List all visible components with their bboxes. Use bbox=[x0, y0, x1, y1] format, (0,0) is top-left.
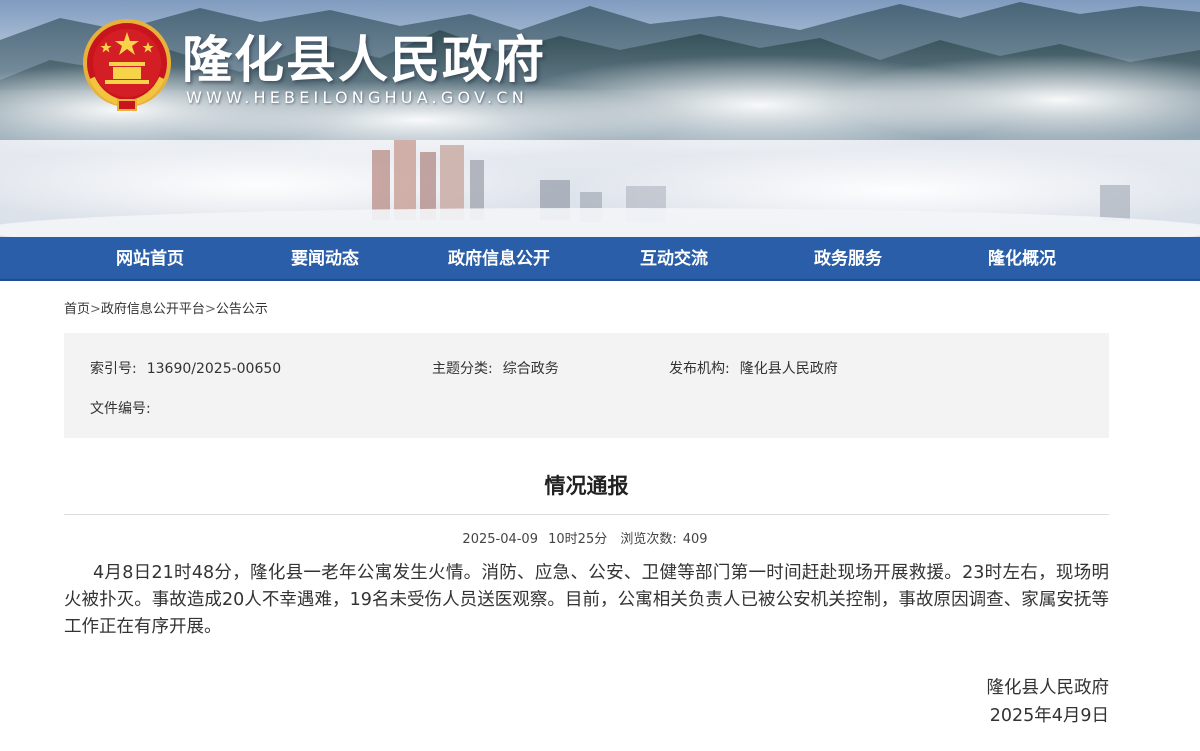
article-views-count: 409 bbox=[682, 532, 708, 547]
article-views: 浏览次数: 409 bbox=[617, 532, 710, 547]
breadcrumb-announcements[interactable]: 公告公示 bbox=[216, 302, 268, 317]
article-views-label: 浏览次数: bbox=[620, 532, 677, 547]
article-body: 4月8日21时48分，隆化县一老年公寓发生火情。消防、应急、公安、卫健等部门第一… bbox=[64, 563, 1109, 637]
meta-publisher-value: 隆化县人民政府 bbox=[739, 361, 838, 377]
signature-date: 2025年4月9日 bbox=[989, 706, 1109, 726]
nav-item-overview[interactable]: 隆化概况 bbox=[935, 237, 1109, 281]
breadcrumb-separator: > bbox=[204, 302, 216, 317]
mountain-cloud-scene bbox=[0, 2, 1200, 237]
article-date: 2025-04-09 bbox=[462, 532, 538, 547]
document-meta-panel: 索引号: 13690/2025-00650 主题分类: 综合政务 发布机构: 隆化县人… bbox=[64, 333, 1109, 438]
meta-docno: 文件编号: bbox=[90, 398, 161, 418]
meta-topic: 主题分类: 综合政务 bbox=[432, 358, 559, 378]
nav-item-interaction[interactable]: 互动交流 bbox=[587, 237, 761, 281]
breadcrumb-home[interactable]: 首页 bbox=[64, 302, 90, 317]
breadcrumb-separator: > bbox=[90, 302, 101, 317]
nav-item-home[interactable]: 网站首页 bbox=[63, 237, 237, 281]
meta-index-value: 13690/2025-00650 bbox=[146, 361, 282, 377]
meta-publisher-label: 发布机构: bbox=[669, 361, 730, 377]
meta-index-label: 索引号: bbox=[90, 361, 137, 377]
nav-item-gov-info[interactable]: 政府信息公开 bbox=[412, 237, 586, 281]
signature-org: 隆化县人民政府 bbox=[986, 678, 1110, 698]
meta-publisher: 发布机构: 隆化县人民政府 bbox=[669, 358, 838, 378]
meta-topic-value: 综合政务 bbox=[502, 361, 559, 377]
breadcrumb-gov-info-platform[interactable]: 政府信息公开平台 bbox=[101, 302, 205, 317]
meta-topic-label: 主题分类: bbox=[432, 361, 493, 377]
meta-index: 索引号: 13690/2025-00650 bbox=[90, 358, 281, 378]
article-time: 10时25分 bbox=[548, 532, 608, 547]
article-info: 2025-04-09 10时25分 浏览次数: 409 bbox=[64, 528, 1109, 547]
main-nav: 网站首页 要闻动态 政府信息公开 互动交流 政务服务 隆化概况 bbox=[0, 237, 1200, 281]
title-divider bbox=[64, 514, 1109, 515]
article-title: 情况通报 bbox=[544, 474, 629, 498]
header-banner: 隆化县人民政府 WWW.HEBEILONGHUA.GOV.CN bbox=[0, 0, 1200, 237]
site-url: WWW.HEBEILONGHUA.GOV.CN bbox=[186, 88, 528, 107]
nav-item-news[interactable]: 要闻动态 bbox=[238, 237, 412, 281]
breadcrumb: 首页>政府信息公开平台>公告公示 bbox=[64, 298, 268, 317]
nav-item-services[interactable]: 政务服务 bbox=[761, 237, 935, 281]
site-title: 隆化县人民政府 bbox=[182, 31, 546, 89]
meta-docno-label: 文件编号: bbox=[90, 401, 151, 417]
national-emblem-icon bbox=[83, 19, 171, 111]
